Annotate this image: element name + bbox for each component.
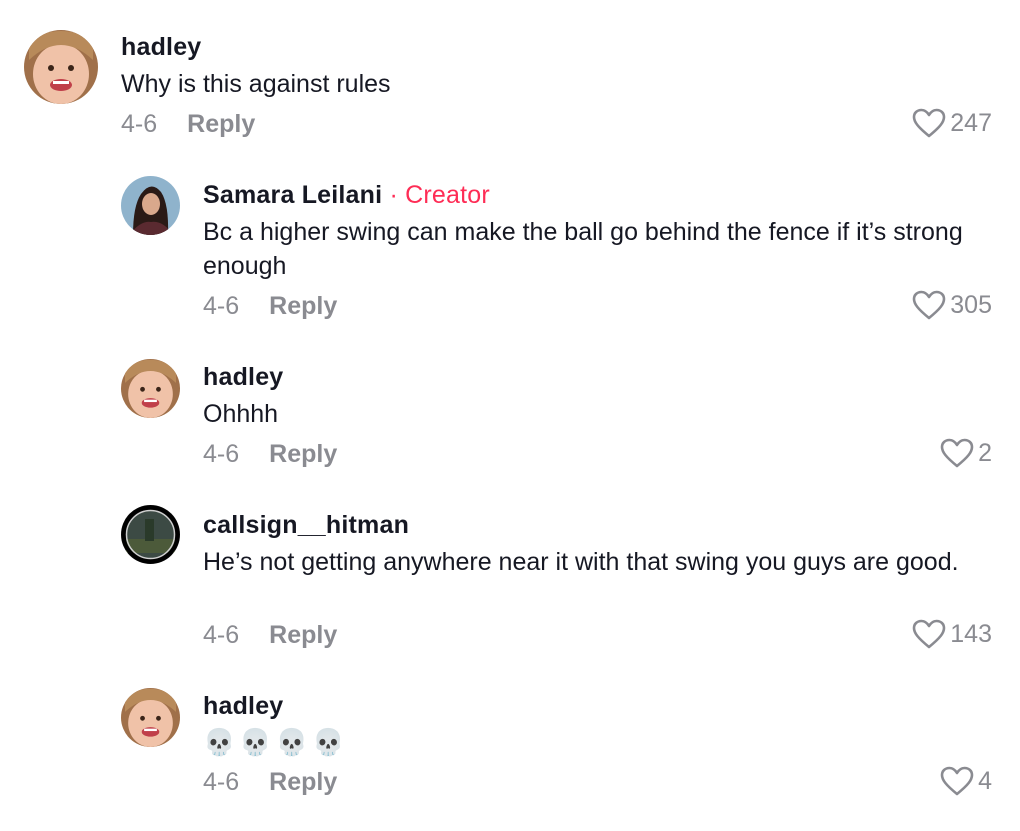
reply-button[interactable]: Reply [269, 768, 337, 796]
like-button[interactable]: 4 [940, 766, 992, 796]
like-count: 143 [950, 619, 992, 648]
like-count: 305 [950, 290, 992, 319]
comment-date: 4-6 [203, 768, 240, 796]
like-button[interactable]: 2 [940, 438, 992, 468]
comment-item: hadley Why is this against rules 4-6 Repl… [0, 0, 1020, 160]
reply-item: hadley 💀💀💀💀 4-6 Reply 4 [0, 670, 1020, 831]
woman-avatar-icon [121, 176, 180, 235]
comment-meta: 4-6 Reply [203, 292, 337, 321]
avatar[interactable] [121, 505, 180, 564]
heart-outline-icon [912, 619, 946, 649]
scope-avatar-icon [121, 505, 180, 564]
comment-meta: 4-6 Reply [203, 440, 337, 469]
comment-meta: 4-6 Reply [203, 768, 337, 797]
username[interactable]: callsign__hitman [203, 511, 409, 540]
comment-date: 4-6 [121, 110, 158, 138]
heart-outline-icon [940, 766, 974, 796]
like-button[interactable]: 305 [912, 290, 992, 320]
child-avatar-icon [24, 30, 98, 104]
username[interactable]: hadley [203, 363, 283, 392]
reply-button[interactable]: Reply [269, 621, 337, 649]
comment-meta: 4-6 Reply [203, 621, 337, 650]
comment-text: 💀💀💀💀 [203, 727, 349, 757]
comment-text: Bc a higher swing can make the ball go b… [203, 218, 963, 280]
reply-button[interactable]: Reply [269, 440, 337, 468]
comment-date: 4-6 [203, 440, 240, 468]
reply-button[interactable]: Reply [269, 292, 337, 320]
heart-outline-icon [940, 438, 974, 468]
comment-text: Ohhhh [203, 400, 279, 428]
comment-date: 4-6 [203, 292, 240, 320]
username[interactable]: Samara Leilani · Creator [203, 181, 490, 210]
username-label[interactable]: Samara Leilani [203, 181, 382, 209]
comment-date: 4-6 [203, 621, 240, 649]
reply-item: hadley Ohhhh 4-6 Reply 2 [0, 340, 1020, 490]
heart-outline-icon [912, 290, 946, 320]
comment-meta: 4-6 Reply [121, 110, 255, 139]
child-avatar-icon [121, 359, 180, 418]
like-count: 4 [978, 766, 992, 795]
reply-item: Samara Leilani · Creator Bc a higher swi… [0, 160, 1020, 340]
username[interactable]: hadley [121, 33, 201, 62]
like-count: 2 [978, 438, 992, 467]
like-button[interactable]: 247 [912, 108, 992, 138]
avatar[interactable] [121, 688, 180, 747]
like-count: 247 [950, 108, 992, 137]
username[interactable]: hadley [203, 692, 283, 721]
child-avatar-icon [121, 688, 180, 747]
reply-button[interactable]: Reply [187, 110, 255, 138]
reply-item: callsign__hitman He’s not getting anywhe… [0, 490, 1020, 670]
avatar[interactable] [121, 176, 180, 235]
comment-text: He’s not getting anywhere near it with t… [203, 548, 959, 576]
like-button[interactable]: 143 [912, 619, 992, 649]
heart-outline-icon [912, 108, 946, 138]
avatar[interactable] [121, 359, 180, 418]
avatar[interactable] [24, 30, 98, 104]
comment-text: Why is this against rules [121, 70, 391, 98]
creator-badge: · Creator [389, 181, 490, 209]
